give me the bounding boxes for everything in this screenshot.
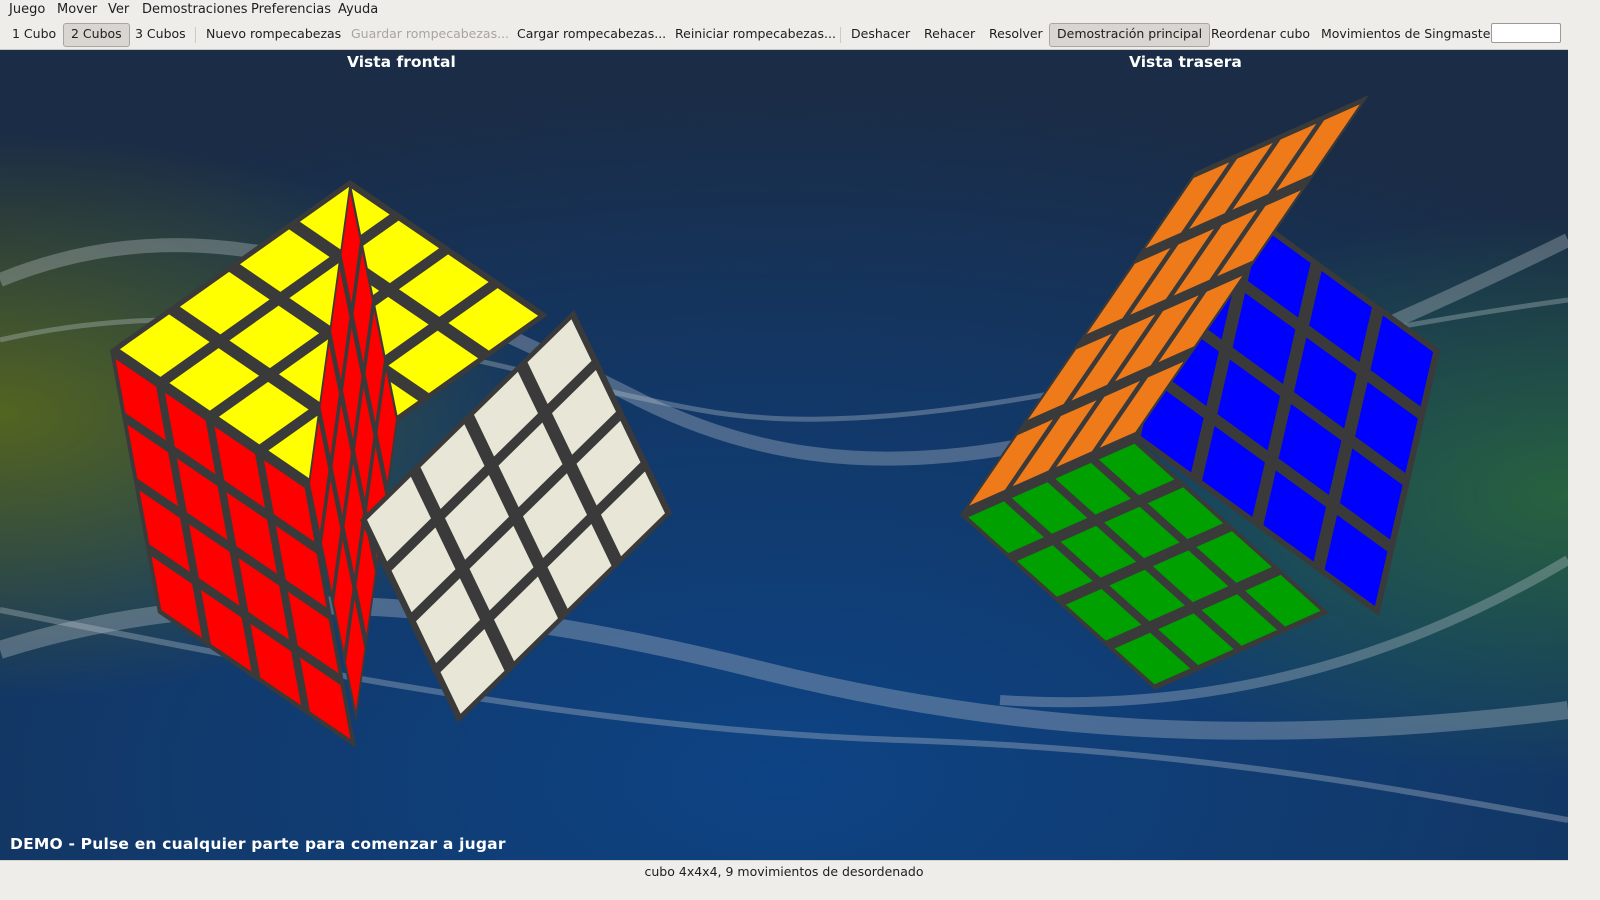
one-cube-button[interactable]: 1 Cubo xyxy=(5,23,63,45)
redo-button[interactable]: Rehacer xyxy=(917,23,982,45)
scene-canvas xyxy=(0,50,1568,860)
load-puzzle-button[interactable]: Cargar rompecabezas... xyxy=(510,23,673,45)
menu-juego[interactable]: Juego xyxy=(9,2,45,18)
demo-message: DEMO - Pulse en cualquier parte para com… xyxy=(10,835,506,853)
front-view-label: Vista frontal xyxy=(347,53,456,71)
new-puzzle-button[interactable]: Nuevo rompecabezas xyxy=(199,23,348,45)
two-cubes-button[interactable]: 2 Cubos xyxy=(63,23,130,47)
toolbar: 1 Cubo 2 Cubos 3 Cubos Nuevo rompecabeza… xyxy=(0,19,1568,50)
status-bar: cubo 4x4x4, 9 movimientos de desordenado xyxy=(0,860,1568,883)
menu-preferencias[interactable]: Preferencias xyxy=(251,2,331,18)
back-view-label: Vista trasera xyxy=(1129,53,1242,71)
undo-button[interactable]: Deshacer xyxy=(844,23,917,45)
main-demo-button[interactable]: Demostración principal xyxy=(1049,23,1211,47)
reorder-cube-button[interactable]: Reordenar cubo xyxy=(1204,23,1317,45)
save-puzzle-button: Guardar rompecabezas... xyxy=(351,26,510,41)
three-cubes-button[interactable]: 3 Cubos xyxy=(128,23,193,45)
menu-ayuda[interactable]: Ayuda xyxy=(338,2,378,18)
menu-bar: Juego Mover Ver Demostraciones Preferenc… xyxy=(0,0,1568,19)
menu-mover[interactable]: Mover xyxy=(57,2,97,18)
status-text: cubo 4x4x4, 9 movimientos de desordenado xyxy=(644,864,924,879)
singmaster-moves-input[interactable] xyxy=(1491,23,1561,43)
menu-demostraciones[interactable]: Demostraciones xyxy=(142,2,248,18)
toolbar-separator xyxy=(840,27,841,43)
restart-puzzle-button[interactable]: Reiniciar rompecabezas... xyxy=(668,23,843,45)
menu-ver[interactable]: Ver xyxy=(108,2,129,18)
solve-button[interactable]: Resolver xyxy=(982,23,1050,45)
toolbar-separator xyxy=(195,27,196,43)
puzzle-scene[interactable]: Vista frontal Vista trasera DEMO - Pulse… xyxy=(0,50,1568,860)
singmaster-label: Movimientos de Singmaster xyxy=(1321,26,1496,41)
